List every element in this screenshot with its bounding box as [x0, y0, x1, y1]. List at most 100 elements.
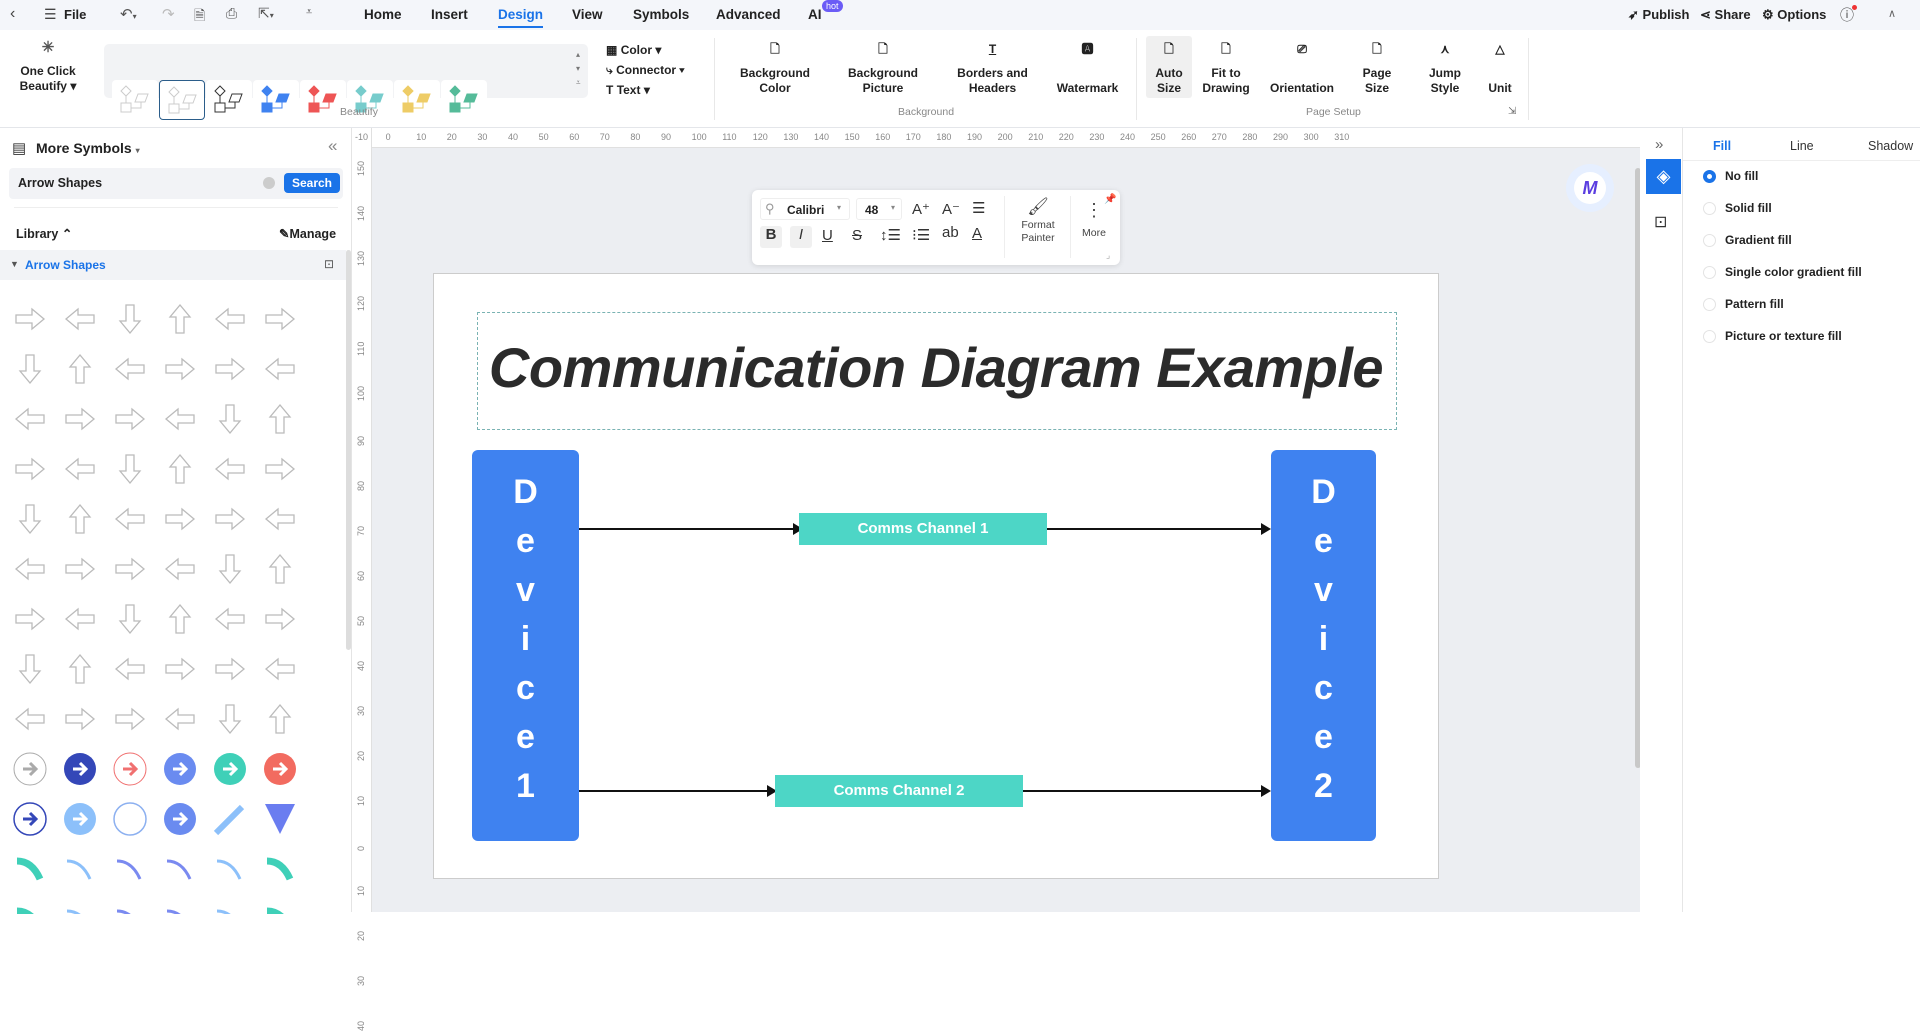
category-info-icon[interactable]: ⊡ — [324, 257, 334, 271]
arrow-shape[interactable] — [105, 444, 155, 494]
arrow-shape[interactable] — [155, 794, 205, 844]
page-setup-dialog-icon[interactable]: ⇲ — [1508, 106, 1516, 117]
arrow-shape[interactable] — [105, 394, 155, 444]
arrow-shape[interactable] — [5, 694, 55, 744]
arrow-shape[interactable] — [105, 294, 155, 344]
tab-shadow[interactable]: Shadow — [1868, 139, 1913, 153]
device-2-shape[interactable]: Device2 — [1271, 450, 1376, 841]
panel-scrollbar[interactable] — [346, 250, 351, 650]
arrow-shape[interactable] — [5, 744, 55, 794]
arrow-shape[interactable] — [205, 644, 255, 694]
connector-arrow[interactable] — [579, 523, 803, 535]
theme-option[interactable] — [394, 80, 440, 120]
format-painter-button[interactable]: 🖌 Format Painter — [1010, 198, 1066, 245]
arrow-shape[interactable] — [105, 544, 155, 594]
expand-panel-icon[interactable]: » — [1655, 136, 1663, 153]
arrow-shape[interactable] — [155, 744, 205, 794]
clear-search-icon[interactable] — [263, 177, 275, 189]
arrow-shape[interactable] — [155, 644, 205, 694]
arrow-shape[interactable] — [55, 544, 105, 594]
arrow-shape[interactable] — [155, 694, 205, 744]
underline-icon[interactable]: U — [822, 227, 833, 244]
jump-style-button[interactable]: ⋏ Jump Style — [1420, 42, 1470, 96]
comms-channel-2[interactable]: Comms Channel 2 — [775, 775, 1023, 807]
arrow-shape[interactable] — [5, 594, 55, 644]
title-textbox[interactable]: Communication Diagram Example — [477, 312, 1397, 430]
arrow-shape[interactable] — [55, 794, 105, 844]
arrow-shape[interactable] — [55, 494, 105, 544]
theme-option[interactable] — [441, 80, 487, 120]
arrow-shape[interactable] — [205, 494, 255, 544]
background-color-button[interactable]: 🗋 Background Color — [735, 42, 815, 96]
arrow-shape[interactable] — [55, 294, 105, 344]
arrow-shape[interactable] — [105, 494, 155, 544]
arrow-shape[interactable] — [155, 444, 205, 494]
connector-arrow[interactable] — [1023, 785, 1271, 797]
arrow-shape[interactable] — [205, 294, 255, 344]
arrow-shape[interactable] — [255, 744, 305, 794]
redo-icon[interactable]: ↷ — [162, 5, 175, 23]
options-button[interactable]: ⚙ Options — [1762, 7, 1826, 23]
orientation-button[interactable]: ⎚ Orientation — [1262, 42, 1342, 96]
arrow-shape[interactable] — [55, 594, 105, 644]
arrow-shape[interactable] — [55, 644, 105, 694]
arrow-shape[interactable] — [5, 644, 55, 694]
arrow-shape[interactable] — [205, 744, 255, 794]
more-button[interactable]: ⋮ More — [1074, 200, 1114, 239]
arrow-shape[interactable] — [55, 844, 105, 894]
arrow-shape[interactable] — [205, 544, 255, 594]
arrow-shape[interactable] — [155, 594, 205, 644]
arrow-shape[interactable] — [105, 844, 155, 894]
arrow-shape[interactable] — [255, 694, 305, 744]
arrow-shape[interactable] — [55, 344, 105, 394]
drawing-page[interactable]: Communication Diagram Example Device1 De… — [433, 273, 1439, 879]
watermark-button[interactable]: 🅰 Watermark — [1050, 42, 1125, 96]
arrow-shape[interactable] — [155, 344, 205, 394]
manage-button[interactable]: ✎Manage — [279, 226, 336, 241]
line-spacing-icon[interactable]: ↕☰ — [880, 226, 901, 244]
theme-option[interactable] — [159, 80, 205, 120]
save-icon[interactable]: 🗎 — [194, 5, 205, 29]
tab-advanced[interactable]: Advanced — [716, 7, 781, 22]
font-size-select[interactable]: 48 ▾ — [856, 198, 902, 220]
arrow-shape[interactable] — [5, 894, 55, 914]
one-click-beautify-button[interactable]: ✳ One Click Beautify ▾ — [14, 40, 82, 94]
arrow-shape[interactable] — [105, 794, 155, 844]
arrow-shape[interactable] — [205, 594, 255, 644]
text-menu[interactable]: T Text ▾ — [606, 80, 684, 100]
publish-button[interactable]: ➶ Publish — [1628, 7, 1689, 23]
comms-channel-1[interactable]: Comms Channel 1 — [799, 513, 1047, 545]
arrow-shape[interactable] — [5, 294, 55, 344]
gallery-scroll-icon[interactable]: ▴ ▾ ⩡ — [576, 48, 581, 90]
arrow-shape[interactable] — [105, 344, 155, 394]
arrow-shape[interactable] — [205, 394, 255, 444]
fill-option-label[interactable]: Picture or texture fill — [1725, 329, 1842, 343]
arrow-shape[interactable] — [255, 644, 305, 694]
arrow-shape[interactable] — [255, 444, 305, 494]
fill-option-label[interactable]: Single color gradient fill — [1725, 265, 1862, 279]
arrow-shape[interactable] — [5, 394, 55, 444]
increase-font-icon[interactable]: A⁺ — [912, 200, 930, 218]
back-icon[interactable]: ‹ — [10, 5, 15, 23]
arrow-shape[interactable] — [205, 344, 255, 394]
fill-option-radio[interactable] — [1703, 234, 1716, 247]
italic-icon[interactable]: I — [790, 226, 812, 248]
arrow-shape[interactable] — [255, 394, 305, 444]
category-header-arrow-shapes[interactable]: ▼ Arrow Shapes ⊡ — [0, 250, 346, 280]
tab-ai[interactable]: AI hot — [808, 0, 843, 22]
arrow-shape[interactable] — [155, 844, 205, 894]
theme-option[interactable] — [206, 80, 252, 120]
decrease-font-icon[interactable]: A⁻ — [942, 200, 960, 218]
arrow-shape[interactable] — [5, 344, 55, 394]
presentation-icon[interactable]: ⊡ — [1654, 212, 1667, 232]
collapse-panel-icon[interactable]: « — [328, 136, 337, 156]
arrow-shape[interactable] — [255, 794, 305, 844]
arrow-shape[interactable] — [5, 844, 55, 894]
fill-option-radio[interactable] — [1703, 266, 1716, 279]
arrow-shape[interactable] — [105, 894, 155, 914]
arrow-shape[interactable] — [255, 594, 305, 644]
fill-option-radio[interactable] — [1703, 170, 1716, 183]
arrow-shape[interactable] — [55, 894, 105, 914]
collapse-ribbon-icon[interactable]: ∧ — [1888, 7, 1896, 20]
export-icon[interactable]: ⇱▾ — [258, 5, 274, 22]
